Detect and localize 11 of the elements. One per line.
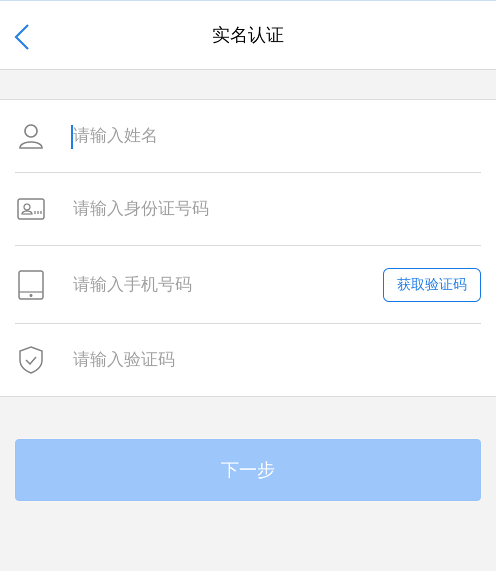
shield-icon <box>17 346 45 374</box>
person-icon <box>17 122 45 150</box>
input-field[interactable]: 请输入身份证号码 <box>73 195 471 223</box>
id-card-icon <box>17 198 45 220</box>
back-icon[interactable] <box>14 23 30 51</box>
input-field[interactable]: 请输入手机号码 <box>73 270 373 298</box>
input-field[interactable]: 请输入验证码 <box>73 346 471 374</box>
get-code-button[interactable]: 获取验证码 <box>383 268 481 302</box>
page-title: 实名认证 <box>212 24 284 47</box>
input-field[interactable]: 请输入姓名 <box>73 122 471 150</box>
phone-icon <box>17 270 45 300</box>
